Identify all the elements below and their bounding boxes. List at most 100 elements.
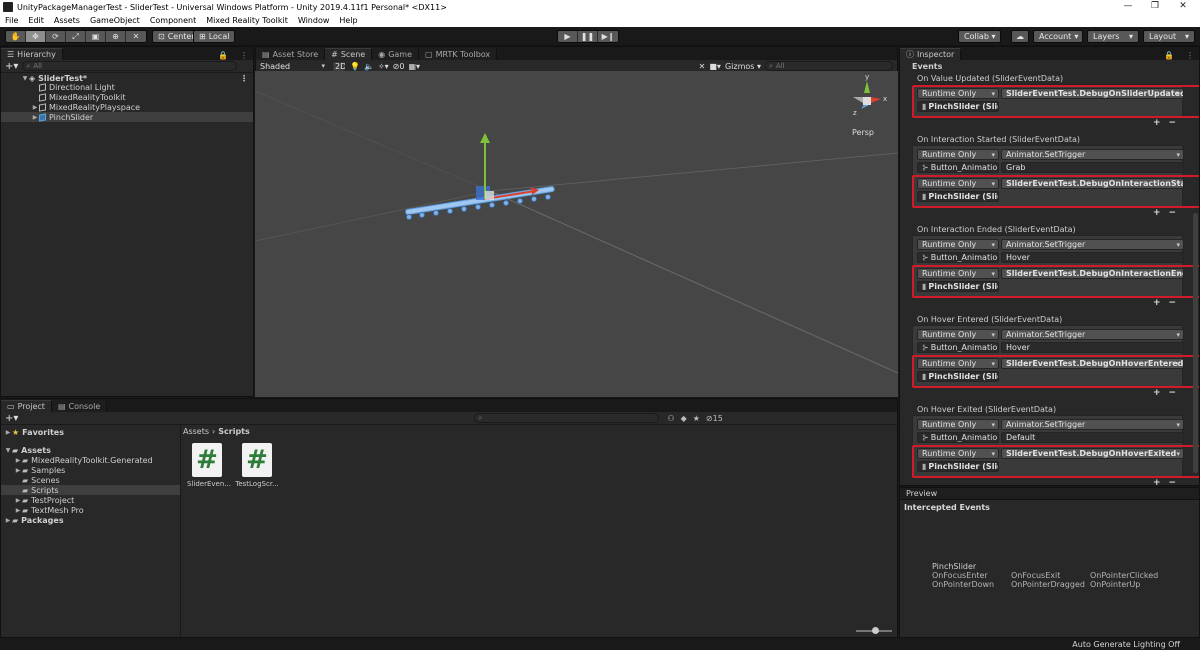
pivot-local-toggle[interactable]: ⊞ Local: [193, 30, 236, 43]
scene-viewport[interactable]: y x z Persp: [255, 71, 898, 397]
tab-hierarchy[interactable]: ☰ Hierarchy: [1, 48, 63, 60]
menu-component[interactable]: Component: [145, 16, 201, 25]
hierarchy-item-pinchslider[interactable]: ▶ PinchSlider: [1, 112, 253, 122]
gizmos-dropdown[interactable]: Gizmos ▾: [725, 62, 761, 71]
object-picker-icon[interactable]: ⊙: [997, 433, 998, 442]
remove-listener-button[interactable]: −: [1169, 478, 1177, 485]
search-by-label-icon[interactable]: ◆: [681, 414, 687, 423]
rotate-tool-icon[interactable]: ⟳: [46, 31, 66, 42]
trigger-argument-input[interactable]: Hover: [1001, 342, 1184, 353]
runtime-mode-dropdown[interactable]: Runtime Only: [917, 448, 999, 459]
trigger-argument-input[interactable]: Hover: [1001, 252, 1184, 263]
function-dropdown[interactable]: Animator.SetTrigger: [1001, 419, 1184, 430]
maximize-button[interactable]: ❐: [1142, 0, 1168, 14]
tab-project[interactable]: ▭ Project: [1, 400, 52, 412]
hierarchy-item-mixedrealitytoolkit[interactable]: MixedRealityToolkit: [1, 92, 253, 102]
menu-edit[interactable]: Edit: [23, 16, 49, 25]
tab-asset-store[interactable]: ▤ Asset Store: [256, 48, 326, 60]
breadcrumb-assets[interactable]: Assets: [183, 427, 209, 436]
runtime-mode-dropdown[interactable]: Runtime Only: [917, 178, 999, 189]
function-dropdown[interactable]: Animator.SetTrigger: [1001, 149, 1184, 160]
function-dropdown[interactable]: SliderEventTest.DebugOnHoverEntered: [1001, 358, 1184, 369]
menu-assets[interactable]: Assets: [49, 16, 85, 25]
grid-dropdown-icon[interactable]: ▦▾: [408, 62, 420, 71]
persp-label[interactable]: Persp: [852, 128, 874, 137]
lock-icon[interactable]: 🔒: [1164, 51, 1174, 60]
add-listener-button[interactable]: +: [1153, 388, 1161, 398]
2d-toggle[interactable]: 2D: [332, 60, 346, 72]
hidden-packages-icon[interactable]: ⊘15: [706, 414, 723, 423]
target-object-field[interactable]: ▮PinchSlider (Slid⊙: [917, 101, 999, 112]
tab-console[interactable]: ▤ Console: [51, 400, 108, 412]
hidden-objects-icon[interactable]: ⊘0: [393, 62, 405, 71]
object-picker-icon[interactable]: ⊙: [997, 253, 998, 262]
remove-listener-button[interactable]: −: [1169, 118, 1177, 128]
lighting-toggle-icon[interactable]: 💡: [350, 62, 360, 71]
remove-listener-button[interactable]: −: [1169, 388, 1177, 398]
object-picker-icon[interactable]: ⊙: [997, 343, 998, 352]
kebab-menu-icon[interactable]: ⋮: [1186, 51, 1194, 60]
hierarchy-item-mixedrealityplayspace[interactable]: ▶ MixedRealityPlayspace: [1, 102, 253, 112]
orientation-gizmo[interactable]: y x z: [853, 73, 887, 117]
hierarchy-search-input[interactable]: ⌕ All: [22, 61, 238, 71]
target-object-field[interactable]: ▮PinchSlider (Slid⊙: [917, 461, 999, 472]
folder-item[interactable]: ▰ Scenes: [1, 475, 180, 485]
minimize-button[interactable]: —: [1115, 0, 1141, 14]
menu-help[interactable]: Help: [334, 16, 362, 25]
move-tool-icon[interactable]: ✥: [26, 31, 46, 42]
folder-item-selected[interactable]: ▰ Scripts: [1, 485, 180, 495]
function-dropdown[interactable]: Animator.SetTrigger: [1001, 239, 1184, 250]
tab-game[interactable]: ◉ Game: [372, 48, 420, 60]
runtime-mode-dropdown[interactable]: Runtime Only: [917, 329, 999, 340]
runtime-mode-dropdown[interactable]: Runtime Only: [917, 268, 999, 279]
target-object-field[interactable]: ▮PinchSlider (Slid⊙: [917, 371, 999, 382]
menu-mixed-reality-toolkit[interactable]: Mixed Reality Toolkit: [201, 16, 293, 25]
favorite-search-icon[interactable]: ★: [693, 414, 700, 423]
function-dropdown[interactable]: SliderEventTest.DebugOnInteractionStarte…: [1001, 178, 1184, 189]
expand-arrow-icon[interactable]: ▶: [31, 114, 39, 121]
favorites-row[interactable]: ▶ ★ Favorites: [1, 427, 180, 437]
assets-root-row[interactable]: ▼ ▰ Assets: [1, 445, 180, 455]
target-object-field[interactable]: ⊱Button_Animatio⊙: [917, 342, 999, 353]
runtime-mode-dropdown[interactable]: Runtime Only: [917, 358, 999, 369]
add-listener-button[interactable]: +: [1153, 298, 1161, 308]
packages-root-row[interactable]: ▶ ▰ Packages: [1, 515, 180, 525]
create-plus-icon[interactable]: +▾: [5, 61, 18, 72]
create-plus-icon[interactable]: +▾: [5, 413, 18, 424]
target-object-field[interactable]: ▮PinchSlider (Slid⊙: [917, 191, 999, 202]
audio-toggle-icon[interactable]: 🔈: [364, 62, 374, 71]
add-listener-button[interactable]: +: [1153, 208, 1161, 218]
asset-item-slider-event[interactable]: # SliderEven...: [187, 443, 231, 488]
icon-size-slider[interactable]: [856, 627, 892, 634]
step-button[interactable]: ▶❙: [598, 31, 618, 42]
hand-tool-icon[interactable]: ✋: [6, 31, 26, 42]
object-picker-icon[interactable]: ⊙: [997, 163, 998, 172]
lock-icon[interactable]: 🔒: [218, 51, 228, 60]
menu-file[interactable]: File: [0, 16, 23, 25]
tab-scene[interactable]: # Scene: [325, 48, 373, 60]
lighting-status[interactable]: Auto Generate Lighting Off: [1072, 640, 1180, 649]
add-listener-button[interactable]: +: [1153, 478, 1161, 485]
remove-listener-button[interactable]: −: [1169, 208, 1177, 218]
runtime-mode-dropdown[interactable]: Runtime Only: [917, 88, 999, 99]
runtime-mode-dropdown[interactable]: Runtime Only: [917, 239, 999, 250]
transform-tool-icon[interactable]: ⊕: [106, 31, 126, 42]
tab-inspector[interactable]: ⓘ Inspector: [900, 48, 962, 60]
remove-listener-button[interactable]: −: [1169, 298, 1177, 308]
shading-mode-dropdown[interactable]: Shaded: [256, 60, 328, 72]
cloud-icon[interactable]: ☁: [1011, 30, 1029, 43]
project-search-input[interactable]: ⌕: [474, 413, 660, 423]
menu-window[interactable]: Window: [293, 16, 335, 25]
asset-item-test-log[interactable]: # TestLogScr...: [235, 443, 279, 488]
target-object-field[interactable]: ⊱Button_Animatio⊙: [917, 162, 999, 173]
scale-tool-icon[interactable]: ⤢: [66, 31, 86, 42]
breadcrumb-scripts[interactable]: Scripts: [218, 427, 250, 436]
camera-dropdown-icon[interactable]: ■▾: [709, 62, 721, 71]
folder-item[interactable]: ▶ ▰ MixedRealityToolkit.Generated: [1, 455, 180, 465]
layers-dropdown[interactable]: Layers ▾: [1087, 30, 1139, 43]
rect-tool-icon[interactable]: ▣: [86, 31, 106, 42]
search-by-type-icon[interactable]: ⚇: [667, 414, 674, 423]
scene-search-input[interactable]: ⌕ All: [765, 61, 893, 71]
effects-dropdown-icon[interactable]: ✧▾: [378, 62, 389, 71]
folder-item[interactable]: ▶ ▰ Samples: [1, 465, 180, 475]
